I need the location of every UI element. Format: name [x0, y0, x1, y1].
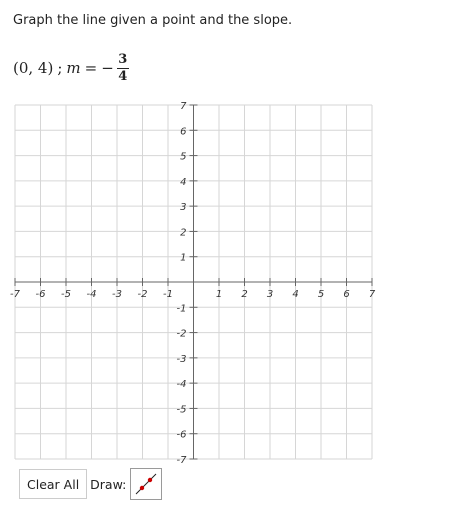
y-tick-label: -4 — [177, 379, 187, 390]
x-tick-label: 5 — [318, 289, 324, 300]
x-tick-label: -7 — [10, 289, 21, 300]
y-tick-label: 2 — [180, 227, 186, 238]
x-tick-label: -4 — [87, 289, 97, 300]
y-tick-label: 3 — [180, 202, 186, 213]
y-tick-label: 7 — [180, 101, 187, 112]
line-tool-icon — [136, 473, 157, 495]
line-tool-point-icon — [148, 477, 153, 483]
clear-all-button[interactable]: Clear All — [19, 469, 88, 499]
y-tick-label: -7 — [177, 455, 188, 466]
coordinate-grid[interactable]: -7 -6 -5 -4 -3 -2 -1 1 2 3 4 5 6 7 7 6 5 4 3 2 1 -1 -2 -3 -4 -5 -6… — [0, 0, 472, 470]
x-tick-label: -3 — [112, 289, 122, 300]
x-tick-label: 3 — [267, 289, 273, 300]
y-tick-label: 5 — [180, 152, 186, 163]
y-tick-label: -3 — [177, 354, 187, 365]
x-tick-label: 6 — [343, 289, 349, 300]
axes — [14, 104, 373, 460]
x-tick-label: -1 — [163, 289, 173, 300]
line-tool-button[interactable] — [130, 468, 163, 500]
toolbar: Clear All Draw: — [19, 468, 163, 500]
y-tick-label: -5 — [177, 404, 187, 415]
draw-label: Draw: — [90, 476, 127, 492]
y-tick-label: -1 — [177, 303, 187, 314]
x-tick-label: -6 — [36, 289, 46, 300]
x-tick-label: 2 — [241, 289, 247, 300]
y-tick-label: -2 — [177, 329, 187, 340]
x-tick-label: -5 — [61, 289, 71, 300]
line-tool-point-icon — [140, 485, 145, 491]
y-tick-label: 6 — [180, 126, 186, 137]
x-tick-label: 1 — [216, 289, 222, 300]
y-tick-label: -6 — [177, 430, 187, 441]
y-tick-label: 1 — [180, 253, 186, 264]
x-tick-label: -2 — [138, 289, 148, 300]
x-tick-label: 7 — [369, 289, 376, 300]
x-tick-label: 4 — [292, 289, 298, 300]
y-tick-label: 4 — [180, 177, 186, 188]
